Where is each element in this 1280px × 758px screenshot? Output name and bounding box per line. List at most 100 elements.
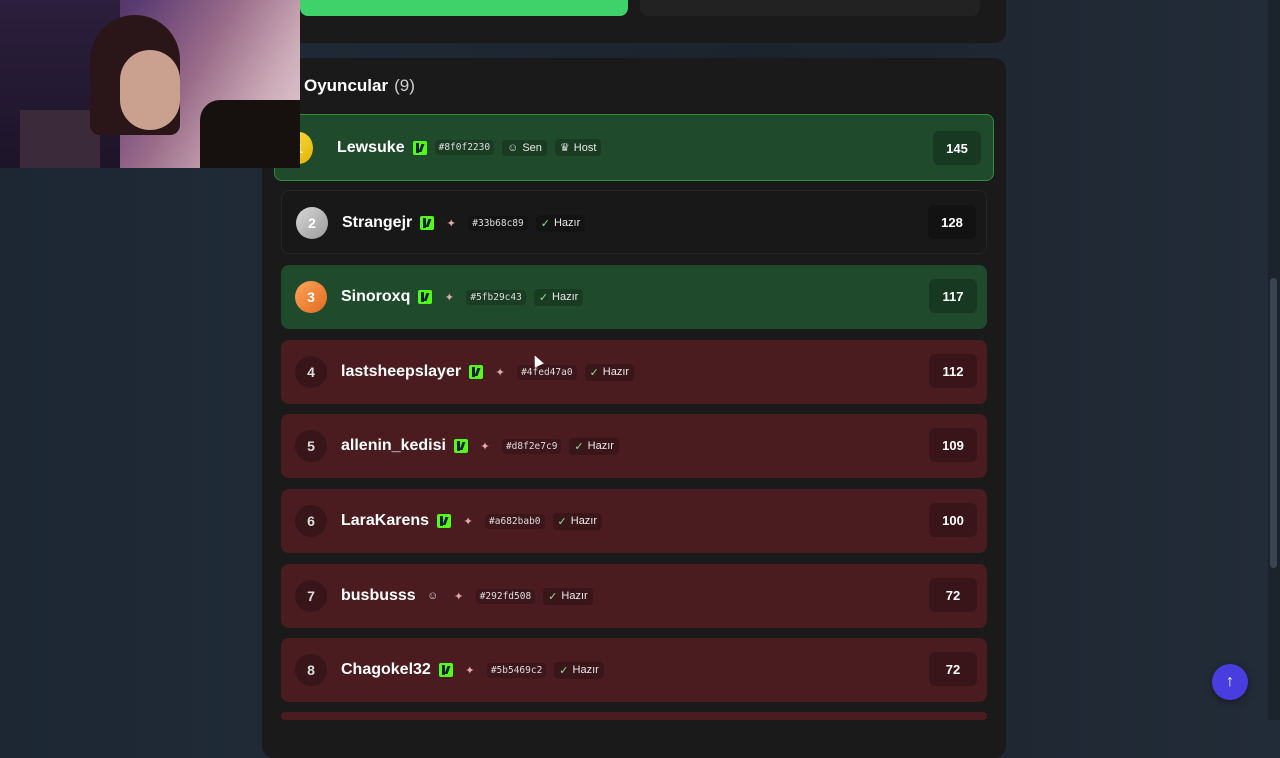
player-info: Chagokel32 ✦ #5b5469c2 ✓ Hazır	[341, 638, 604, 702]
scrollbar-thumb[interactable]	[1270, 278, 1277, 568]
webcam-face	[120, 50, 180, 130]
player-row[interactable]: 1Lewsuke#8f0f2230☺Sen♛Host145	[274, 114, 994, 181]
check-circle-icon: ✓	[538, 291, 549, 304]
player-name[interactable]: allenin_kedisi	[341, 437, 446, 455]
player-score: 145	[933, 131, 981, 165]
player-name[interactable]: busbusss	[341, 587, 416, 605]
add-friend-icon[interactable]: ✦	[450, 587, 468, 605]
player-id: #8f0f2230	[434, 140, 495, 155]
player-name[interactable]: lastsheepslayer	[341, 363, 461, 381]
check-circle-icon: ✓	[574, 440, 584, 453]
status-label: Host	[573, 141, 597, 154]
player-info: lastsheepslayer ✦ #4fed47a0 ✓ Hazır	[341, 340, 635, 404]
player-name[interactable]: Sinoroxq	[341, 288, 410, 306]
arrow-up-icon: ↑	[1226, 673, 1234, 690]
player-id: #d8f2e7c9	[501, 438, 562, 454]
player-id: #4fed47a0	[517, 364, 577, 380]
status-badge: ✓ Hazır	[533, 288, 584, 306]
player-rank: 3	[295, 281, 327, 313]
check-circle-icon: ✓	[557, 515, 567, 528]
status-badge: ✓ Hazır	[543, 587, 593, 605]
player-rank: 8	[295, 654, 327, 686]
check-circle-icon: ✓	[589, 366, 599, 379]
status-label: Hazır	[552, 291, 579, 303]
player-score: 100	[929, 503, 977, 537]
webcam-shoulder	[200, 100, 300, 168]
top-progress-green[interactable]	[300, 0, 628, 16]
status-badge: ✓ Hazır	[569, 437, 619, 455]
add-friend-icon[interactable]: ✦	[440, 288, 458, 306]
player-score: 109	[929, 428, 977, 462]
check-circle-icon: ✓	[548, 590, 558, 603]
player-info: busbusss ☺ ✦ #292fd508 ✓ Hazır	[341, 564, 593, 628]
scroll-to-top-button[interactable]: ↑	[1212, 664, 1248, 700]
add-friend-icon[interactable]: ✦	[491, 363, 509, 381]
status-label: Hazır	[561, 590, 588, 602]
status-label: Hazır	[570, 515, 598, 527]
kick-icon	[412, 140, 427, 155]
add-friend-icon[interactable]: ✦	[476, 437, 494, 455]
player-info: Sinoroxq ✦ #5fb29c43 ✓ Hazır	[341, 265, 584, 329]
player-id: #292fd508	[475, 588, 536, 604]
player-row-partial[interactable]	[281, 712, 987, 720]
status-badge: ☺ Sen	[502, 139, 547, 156]
kick-icon	[420, 216, 435, 230]
player-score: 72	[929, 578, 977, 612]
add-friend-icon[interactable]: ✦	[442, 214, 460, 232]
check-circle-icon: ✓	[540, 217, 550, 230]
player-row[interactable]: 4 lastsheepslayer ✦ #4fed47a0 ✓ Hazır 112	[281, 340, 987, 404]
player-name[interactable]: Lewsuke	[337, 139, 405, 157]
player-row[interactable]: 5 allenin_kedisi ✦ #d8f2e7c9 ✓ Hazır 109	[281, 414, 987, 478]
status-label: Hazır	[602, 366, 630, 378]
kick-icon	[437, 514, 452, 528]
status-label: Hazır	[572, 664, 599, 676]
player-rank: 7	[295, 580, 327, 612]
player-score: 128	[928, 205, 976, 239]
status-label: Sen	[522, 141, 542, 154]
status-label: Hazır	[587, 440, 614, 452]
player-id: #a682bab0	[485, 513, 545, 529]
player-name[interactable]: Chagokel32	[341, 661, 431, 679]
kick-icon	[453, 439, 468, 453]
crown-icon: ♛	[559, 142, 570, 154]
kick-icon	[469, 365, 484, 379]
player-row[interactable]: 7 busbusss ☺ ✦ #292fd508 ✓ Hazır 72	[281, 564, 987, 628]
player-id: #5b5469c2	[486, 662, 547, 678]
webcam-chair	[20, 110, 100, 168]
player-rank: 2	[296, 207, 328, 239]
player-row[interactable]: 2 Strangejr ✦ #33b68c89 ✓ Hazır 128	[281, 190, 987, 254]
player-id: #33b68c89	[468, 215, 528, 231]
user-icon: ☺	[507, 141, 519, 154]
player-rank: 6	[295, 505, 327, 537]
check-circle-icon: ✓	[559, 664, 569, 677]
player-score: 112	[929, 354, 977, 388]
player-row[interactable]: 8 Chagokel32 ✦ #5b5469c2 ✓ Hazır 72	[281, 638, 987, 702]
top-progress-dark[interactable]	[640, 0, 980, 16]
players-title: Oyuncular	[304, 76, 389, 95]
player-name[interactable]: Strangejr	[342, 214, 412, 232]
player-info: Lewsuke #8f0f2230 ☺ Sen ♛ Host	[337, 115, 602, 180]
player-info: allenin_kedisi ✦ #d8f2e7c9 ✓ Hazır	[341, 414, 619, 478]
status-badge: ♛ Host	[554, 139, 602, 156]
add-friend-icon[interactable]: ✦	[461, 661, 479, 679]
player-row[interactable]: 3 Sinoroxq ✦ #5fb29c43 ✓ Hazır 117	[281, 265, 987, 329]
status-label: Hazır	[553, 217, 581, 229]
webcam-overlay	[0, 0, 300, 168]
status-badge: ✓ Hazır	[584, 363, 635, 381]
player-rank: 5	[295, 430, 327, 462]
player-name[interactable]: LaraKarens	[341, 512, 429, 530]
player-score: 117	[929, 279, 977, 313]
players-heading: Oyuncular (9)	[304, 76, 415, 96]
add-friend-icon[interactable]: ✦	[459, 512, 477, 530]
players-count: (9)	[394, 76, 415, 95]
player-id: #5fb29c43	[466, 289, 526, 305]
player-info: LaraKarens ✦ #a682bab0 ✓ Hazır	[341, 489, 603, 553]
kick-icon	[418, 290, 433, 304]
kick-icon	[438, 663, 453, 677]
player-score: 72	[929, 652, 977, 686]
player-row[interactable]: 6 LaraKarens ✦ #a682bab0 ✓ Hazır 100	[281, 489, 987, 553]
player-rank: 4	[295, 356, 327, 388]
user-icon: ☺	[427, 590, 439, 602]
status-badge: ✓ Hazır	[535, 214, 586, 232]
player-info: Strangejr ✦ #33b68c89 ✓ Hazır	[342, 191, 586, 255]
